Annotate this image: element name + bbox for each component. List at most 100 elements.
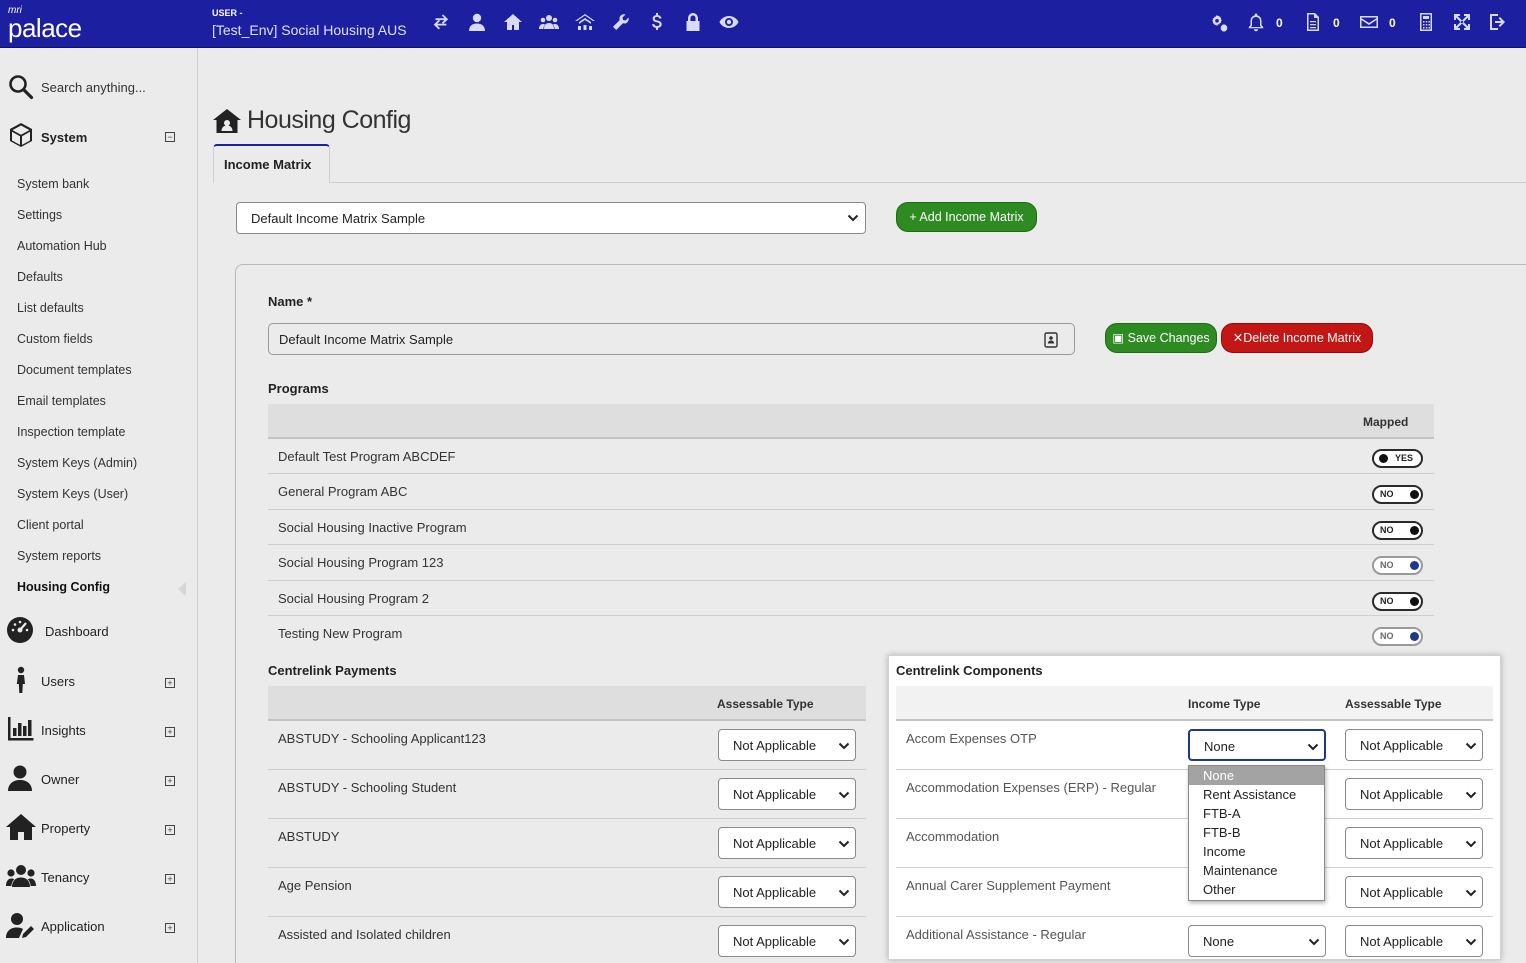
payment-assessable-select[interactable]: Not Applicable [718,876,856,908]
envelope-icon[interactable] [1358,12,1380,34]
expand-application-icon[interactable]: + [165,923,175,933]
dropdown-option-income[interactable]: Income [1189,842,1324,861]
add-income-matrix-button[interactable]: + Add Income Matrix [896,202,1037,232]
calculator-icon[interactable] [1415,12,1437,34]
group-icon[interactable] [538,12,560,34]
eye-icon[interactable] [718,12,740,34]
dropdown-option-maintenance[interactable]: Maintenance [1189,861,1324,880]
home-icon[interactable] [502,12,524,34]
payment-name: Assisted and Isolated children [278,927,451,942]
expand-owner-icon[interactable]: + [165,776,175,786]
sidebar-item-document-templates[interactable]: Document templates [17,363,132,377]
collapse-icon[interactable]: − [165,132,175,142]
save-changes-button[interactable]: ▣ Save Changes [1105,323,1217,353]
top-bar: mri palace USER - [Test_Env] Social Hous… [0,0,1526,48]
sidebar-item-automation-hub[interactable]: Automation Hub [17,239,107,253]
sidebar-item-users[interactable]: Users + [6,666,188,696]
bell-icon[interactable] [1245,12,1267,34]
component-assessable-select[interactable]: Not Applicable [1345,876,1483,908]
logout-icon[interactable] [1487,12,1509,34]
dollar-icon[interactable] [646,12,668,34]
sidebar-system-header[interactable]: System − [8,122,188,150]
payment-assessable-select[interactable]: Not Applicable [718,925,856,957]
payment-assessable-select[interactable]: Not Applicable [718,729,856,761]
program-name: Social Housing Program 123 [278,555,444,570]
sidebar-item-custom-fields[interactable]: Custom fields [17,332,93,346]
mapped-toggle[interactable]: YES [1372,449,1423,468]
component-assessable-select[interactable]: Not Applicable [1345,925,1483,957]
sidebar-item-list-defaults[interactable]: List defaults [17,301,84,315]
table-row: General Program ABC NO [268,474,1434,510]
tab-income-matrix-label: Income Matrix [224,157,312,172]
expand-tenancy-icon[interactable]: + [165,874,175,884]
user-environment[interactable]: [Test_Env] Social Housing AUS [212,22,407,38]
sidebar-item-client-portal[interactable]: Client portal [17,518,84,532]
mapped-toggle-text: NO [1380,525,1394,535]
expand-property-icon[interactable]: + [165,825,175,835]
sidebar-search[interactable]: Search anything... [8,72,193,100]
sidebar-item-owner[interactable]: Owner + [6,764,188,794]
delete-income-matrix-button[interactable]: ✕Delete Income Matrix [1221,323,1373,353]
chevron-down-icon [1465,889,1477,897]
sidebar-item-defaults[interactable]: Defaults [17,270,63,284]
sidebar: Search anything... System − System bank … [0,48,198,963]
program-name: Testing New Program [278,626,403,641]
person-walking-icon [16,666,25,693]
sidebar-item-housing-config[interactable]: Housing Config [17,580,110,594]
name-field-value: Default Income Matrix Sample [279,332,454,347]
dropdown-option-none[interactable]: None [1189,766,1324,785]
mapped-toggle[interactable]: NO [1372,485,1423,504]
sidebar-item-system-keys-admin[interactable]: System Keys (Admin) [17,456,137,470]
settings-gears-icon[interactable] [1208,12,1230,34]
sidebar-item-settings[interactable]: Settings [17,208,62,222]
payment-assessable-select[interactable]: Not Applicable [718,827,856,859]
mapped-toggle[interactable]: NO [1372,521,1423,540]
palace-logo[interactable]: mri palace [8,5,92,43]
sidebar-item-system-bank[interactable]: System bank [17,177,89,191]
dashboard-label: Dashboard [45,624,109,639]
wrench-icon[interactable] [610,12,632,34]
dropdown-option-ftb-b[interactable]: FTB-B [1189,823,1324,842]
component-name: Annual Carer Supplement Payment [906,878,1111,893]
property-network-icon[interactable] [574,12,596,34]
user-icon[interactable] [466,12,488,34]
payment-assessable-select[interactable]: Not Applicable [718,778,856,810]
mapped-toggle[interactable]: NO [1372,627,1423,646]
sidebar-item-inspection-template[interactable]: Inspection template [17,425,125,439]
income-type-select[interactable]: None [1188,729,1326,761]
sidebar-item-application[interactable]: Application + [6,911,188,941]
sidebar-item-tenancy[interactable]: Tenancy + [6,862,188,892]
component-assessable-select[interactable]: Not Applicable [1345,827,1483,859]
housing-config-icon [213,109,241,133]
document-icon[interactable] [1302,12,1324,34]
dropdown-option-other[interactable]: Other [1189,880,1324,899]
sidebar-item-email-templates[interactable]: Email templates [17,394,106,408]
dropdown-option-ftb-a[interactable]: FTB-A [1189,804,1324,823]
expand-insights-icon[interactable]: + [165,727,175,737]
sidebar-item-insights[interactable]: Insights + [6,715,188,745]
mapped-toggle-text: NO [1380,631,1394,641]
name-field[interactable]: Default Income Matrix Sample [268,323,1075,355]
mapped-toggle[interactable]: NO [1372,592,1423,611]
dropdown-option-rent-assistance[interactable]: Rent Assistance [1189,785,1324,804]
transfer-icon[interactable] [430,12,452,34]
sidebar-item-dashboard[interactable]: Dashboard [6,616,188,646]
component-assessable-select[interactable]: Not Applicable [1345,778,1483,810]
chevron-down-icon [838,742,850,750]
sidebar-item-property[interactable]: Property + [6,813,188,843]
tab-income-matrix[interactable]: Income Matrix [213,144,330,183]
expand-users-icon[interactable]: + [165,678,175,688]
chevron-down-icon [1465,791,1477,799]
sidebar-item-system-keys-user[interactable]: System Keys (User) [17,487,128,501]
income-matrix-select[interactable]: Default Income Matrix Sample [236,202,866,234]
component-assessable-select[interactable]: Not Applicable [1345,729,1483,761]
sidebar-item-system-reports[interactable]: System reports [17,549,101,563]
save-icon: ▣ [1112,331,1128,345]
income-type-select[interactable]: None [1188,925,1326,957]
program-name: General Program ABC [278,484,408,499]
component-name: Accommodation [906,829,1000,844]
mapped-toggle[interactable]: NO [1372,556,1423,575]
toggle-knob [1410,526,1419,535]
expand-icon[interactable] [1451,12,1473,34]
lock-icon[interactable] [682,12,704,34]
